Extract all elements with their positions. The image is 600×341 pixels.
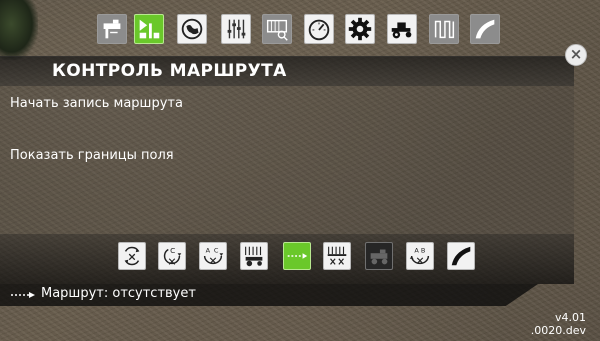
dashed-route-icon: [284, 243, 310, 269]
option-start-recording[interactable]: Начать запись маршрута: [10, 96, 183, 111]
sections-tractor-icon: [241, 243, 267, 269]
close-icon: ×: [569, 45, 583, 63]
gauge-icon: [305, 15, 333, 43]
dialog-title: КОНТРОЛЬ МАРШРУТА: [52, 61, 287, 81]
tool-cycle-clear[interactable]: [118, 242, 146, 270]
tool-cycle-ab[interactable]: AB: [406, 242, 434, 270]
cycle-ab-icon: AB: [407, 243, 433, 269]
zigzag-path-icon: [430, 15, 458, 43]
version-label: v4.01 .0020.dev: [526, 311, 586, 337]
guidance-line-icon: [98, 15, 126, 43]
route-status-text: Маршрут: отсутствует: [41, 286, 196, 301]
gear-icon: [346, 15, 374, 43]
tractor-disabled-icon: [366, 243, 392, 269]
tool-cycle-ac[interactable]: AC: [199, 242, 227, 270]
route-dash-icon: [10, 289, 36, 299]
svg-text:C: C: [214, 246, 219, 254]
curve-path-icon: [448, 243, 474, 269]
svg-text:A: A: [414, 246, 419, 254]
version-line-2: .0020.dev: [530, 324, 586, 337]
tab-sliders[interactable]: [221, 14, 251, 44]
tool-sections-clear[interactable]: [323, 242, 351, 270]
cycle-ac-icon: AC: [200, 243, 226, 269]
close-button[interactable]: ×: [565, 44, 587, 66]
route-status: Маршрут: отсутствует: [10, 286, 196, 301]
tab-curve-path[interactable]: [470, 14, 500, 44]
svg-text:B: B: [421, 246, 425, 254]
tab-field-layout[interactable]: [134, 14, 164, 44]
option-show-field-borders[interactable]: Показать границы поля: [10, 148, 174, 163]
tab-settings[interactable]: [345, 14, 375, 44]
tractor-icon: [388, 15, 416, 43]
tool-dashed-route[interactable]: [283, 242, 311, 270]
tab-tractor[interactable]: [387, 14, 417, 44]
field-search-icon: [263, 15, 291, 43]
sliders-icon: [222, 15, 250, 43]
tab-field-search[interactable]: [262, 14, 292, 44]
curve-path-icon: [471, 15, 499, 43]
tab-guidance-line[interactable]: [97, 14, 127, 44]
field-layout-icon: [135, 15, 163, 43]
svg-text:A: A: [206, 246, 211, 254]
cycle-c-icon: C: [159, 243, 185, 269]
tab-gauge[interactable]: [304, 14, 334, 44]
tab-globe[interactable]: [177, 14, 207, 44]
tool-tractor-disabled[interactable]: [365, 242, 393, 270]
tool-sections-tractor[interactable]: [240, 242, 268, 270]
svg-text:C: C: [170, 246, 175, 255]
cycle-clear-icon: [119, 243, 145, 269]
tool-cycle-c[interactable]: C: [158, 242, 186, 270]
sections-clear-icon: [324, 243, 350, 269]
globe-icon: [178, 15, 206, 43]
tab-zigzag-path[interactable]: [429, 14, 459, 44]
foliage-decoration: [0, 0, 38, 60]
version-line-1: v4.01: [554, 311, 586, 324]
tool-curve-path[interactable]: [447, 242, 475, 270]
